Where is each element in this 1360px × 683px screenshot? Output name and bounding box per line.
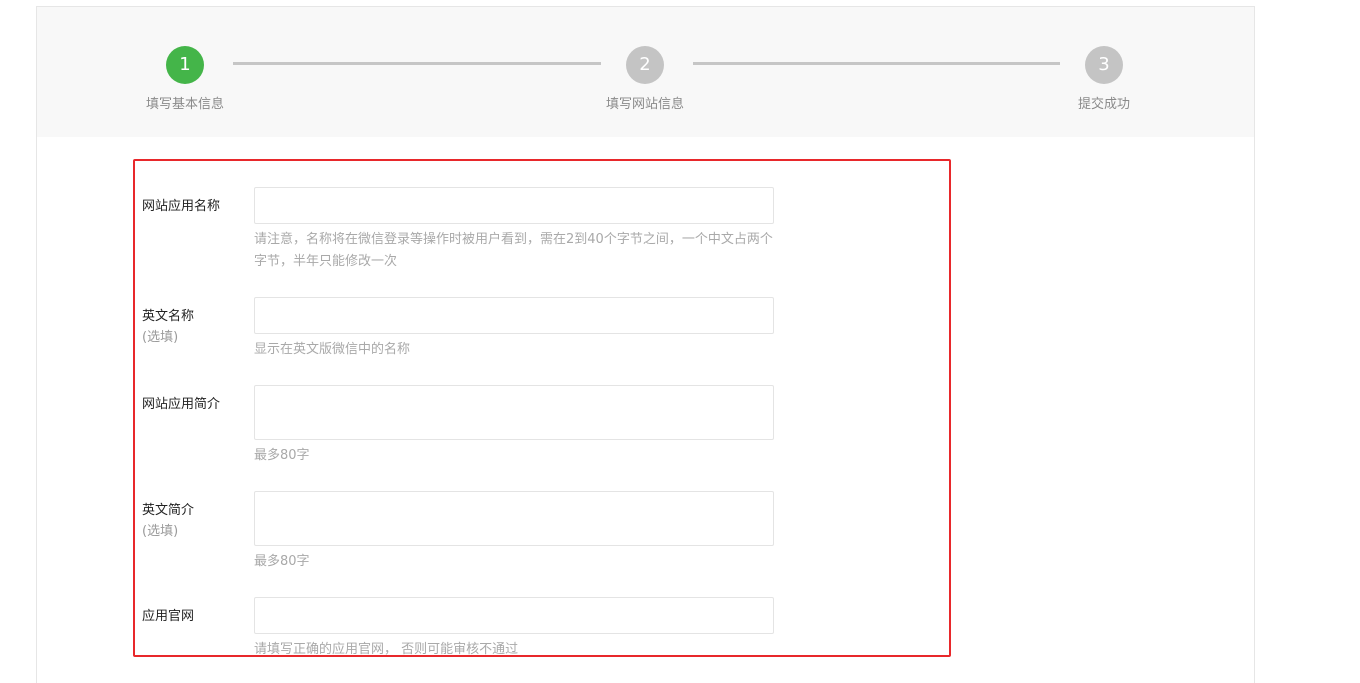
step-2-label: 填写网站信息 — [605, 97, 684, 112]
app-intro-textarea[interactable] — [254, 385, 774, 440]
step-2-circle: 2 — [626, 46, 664, 84]
english-intro-label-text: 英文简介 — [142, 503, 195, 518]
form-highlight-box: 网站应用名称 请注意，名称将在微信登录等操作时被用户看到，需在2到40个字节之间… — [133, 159, 951, 657]
website-label-text: 应用官网 — [142, 609, 195, 624]
app-intro-label-text: 网站应用简介 — [142, 397, 221, 412]
english-name-input[interactable] — [254, 297, 774, 334]
website-hint: 请填写正确的应用官网， 否则可能审核不通过 — [254, 642, 519, 657]
english-name-optional-tag: (选填) — [142, 330, 179, 345]
english-intro-label: 英文简介 (选填) — [142, 501, 194, 543]
english-name-label: 英文名称 (选填) — [142, 307, 194, 349]
page: 1 填写基本信息 2 填写网站信息 3 提交成功 网站应用名称 请注意，名称将在… — [0, 0, 1360, 683]
step-1-circle: 1 — [166, 46, 204, 84]
app-name-label: 网站应用名称 — [142, 197, 220, 217]
app-name-input[interactable] — [254, 187, 774, 224]
app-intro-label: 网站应用简介 — [142, 395, 220, 415]
website-label: 应用官网 — [142, 607, 194, 627]
step-progress-bar: 1 填写基本信息 2 填写网站信息 3 提交成功 — [37, 7, 1254, 137]
step-3-circle: 3 — [1085, 46, 1123, 84]
app-name-hint: 请注意，名称将在微信登录等操作时被用户看到，需在2到40个字节之间，一个中文占两… — [254, 232, 773, 269]
english-intro-textarea[interactable] — [254, 491, 774, 546]
english-intro-optional-tag: (选填) — [142, 524, 179, 539]
step-connector-1 — [233, 62, 601, 65]
english-name-label-text: 英文名称 — [142, 309, 195, 324]
website-input[interactable] — [254, 597, 774, 634]
english-name-hint: 显示在英文版微信中的名称 — [254, 342, 411, 357]
english-intro-hint: 最多80字 — [254, 554, 310, 569]
step-1-label: 填写基本信息 — [145, 97, 224, 112]
app-name-label-text: 网站应用名称 — [142, 199, 221, 214]
app-intro-hint: 最多80字 — [254, 448, 310, 463]
step-connector-2 — [693, 62, 1060, 65]
step-3-label: 提交成功 — [1077, 97, 1130, 112]
